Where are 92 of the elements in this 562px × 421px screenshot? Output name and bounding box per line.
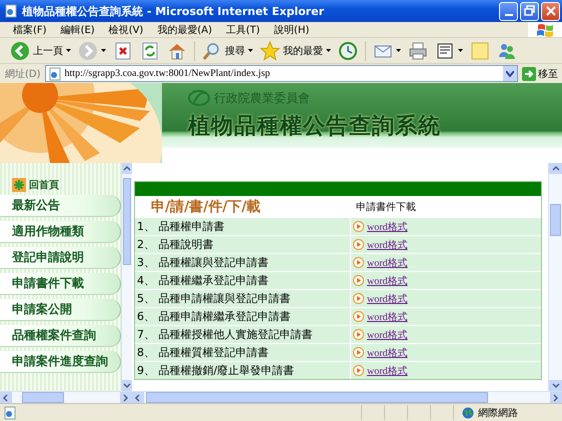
nav-item[interactable]: 申請書件下載 [0, 273, 121, 295]
menu-item[interactable]: 檢視(V) [102, 22, 150, 36]
flag-logo-icon [536, 22, 554, 38]
page-icon [4, 4, 18, 18]
restore-icon [522, 3, 538, 19]
refresh-icon [140, 40, 160, 60]
flower-icon [12, 178, 26, 192]
table-cell-text: 9、 品種權撤銷/廢止舉發申請書 [136, 363, 296, 379]
dropdown-button[interactable] [503, 66, 517, 81]
note-icon [470, 40, 490, 60]
play-icon [353, 329, 364, 340]
play-icon [353, 239, 364, 250]
chevron-up-icon[interactable] [123, 164, 131, 172]
site-title: 植物品種權公告查詢系統 [188, 113, 441, 141]
window-title: 植物品種權公告查詢系統 - Microsoft Internet Explorer [22, 4, 325, 18]
caret-icon [248, 49, 253, 52]
caret-icon [101, 49, 106, 52]
minimize-button[interactable] [499, 2, 518, 20]
restore-button[interactable] [520, 2, 539, 20]
arrow-right-icon [522, 66, 536, 80]
history-button[interactable] [336, 40, 360, 62]
caret-icon [396, 49, 401, 52]
menu-item[interactable]: 我的最愛(A) [150, 22, 219, 36]
printer-icon [408, 40, 428, 60]
forward-icon [78, 40, 98, 60]
play-icon [353, 275, 364, 286]
nav-item[interactable]: 最新公告 [0, 195, 121, 217]
address-label: 網址(D) [5, 68, 41, 80]
play-icon [353, 257, 364, 268]
table-cell-text: 6、 品種申請權繼承登記申請書 [136, 309, 292, 325]
menu-item[interactable]: 檔案(F) [6, 22, 54, 36]
caret-icon [326, 49, 331, 52]
table-cell-text: 5、 品種申請權讓與登記申請書 [136, 291, 292, 307]
go-button[interactable]: 移至 [522, 66, 558, 80]
download-link[interactable]: word格式 [367, 256, 408, 270]
chevron-down-icon[interactable] [552, 382, 560, 390]
nav-item[interactable]: 申請案件進度查詢 [0, 351, 121, 373]
table-cell-text: 3、 品種權讓與登記申請書 [136, 255, 270, 271]
download-link[interactable]: word格式 [367, 292, 408, 306]
table-cell-text: 4、 品種權繼承登記申請書 [136, 273, 270, 289]
chevron-down-icon[interactable] [123, 382, 131, 390]
menu-item[interactable]: 說明(H) [266, 22, 316, 36]
home-link[interactable]: 回首頁 [12, 178, 59, 192]
table-cell-text: 7、 品種權授權他人實施登記申請書 [136, 327, 314, 343]
document-icon [435, 40, 455, 60]
download-link[interactable]: word格式 [367, 310, 408, 324]
download-link[interactable]: word格式 [367, 364, 408, 378]
nav-item[interactable]: 品種權案件查詢 [0, 325, 121, 347]
table-cell-text: 1、 品種權申請書 [136, 219, 226, 235]
leaf-logo-icon [188, 89, 210, 107]
download-link[interactable]: word格式 [367, 274, 408, 288]
agency-name: 行政院農業委員會 [214, 90, 310, 106]
chevron-left-icon[interactable] [134, 394, 142, 402]
toolbar-button[interactable]: 搜尋 [200, 40, 255, 62]
zone-label: 網際網路 [478, 406, 518, 420]
address-field[interactable]: http://sgrapp3.coa.gov.tw:8001/NewPlant/index.jsp [44, 65, 518, 82]
page-icon [3, 406, 17, 420]
star-icon [260, 40, 280, 60]
caret-icon [66, 49, 71, 52]
nav-item[interactable]: 適用作物種類 [0, 221, 121, 243]
play-icon [353, 293, 364, 304]
play-icon [353, 347, 364, 358]
play-icon [353, 311, 364, 322]
close-button[interactable] [541, 2, 560, 20]
caret-icon [458, 49, 463, 52]
download-link[interactable]: word格式 [367, 346, 408, 360]
chevron-up-icon[interactable] [552, 164, 560, 172]
chevron-down-icon [506, 70, 514, 76]
stop-icon [113, 40, 133, 60]
nav-item[interactable]: 登記申請說明 [0, 247, 121, 269]
toolbar-button[interactable]: 我的最愛 [258, 40, 333, 62]
table-cell-text: 2、 品種說明書 [136, 237, 214, 253]
chevron-right-icon[interactable] [552, 394, 560, 402]
download-link[interactable]: word格式 [367, 220, 408, 234]
play-icon [353, 365, 364, 376]
download-link[interactable]: word格式 [367, 238, 408, 252]
nav-item[interactable]: 申請案公開 [0, 299, 121, 321]
table-cell-text: 8、 品種權質權登記申請書 [136, 345, 270, 361]
toolbar-button[interactable]: 上一頁 [8, 40, 73, 62]
page-icon [48, 66, 62, 80]
back-icon [10, 40, 30, 60]
chevron-right-icon[interactable] [122, 394, 130, 402]
play-icon [353, 221, 364, 232]
minimize-icon [504, 14, 512, 16]
menu-item[interactable]: 工具(T) [219, 22, 267, 36]
history-icon [338, 40, 358, 60]
download-link[interactable]: word格式 [367, 328, 408, 342]
globe-icon [462, 406, 474, 418]
column-header: 申請書件下載 [356, 200, 416, 214]
menu-item[interactable]: 編輯(E) [54, 22, 102, 36]
table-heading: 申/請/書/件/下/載 [150, 198, 262, 216]
chevron-left-icon[interactable] [2, 394, 10, 402]
